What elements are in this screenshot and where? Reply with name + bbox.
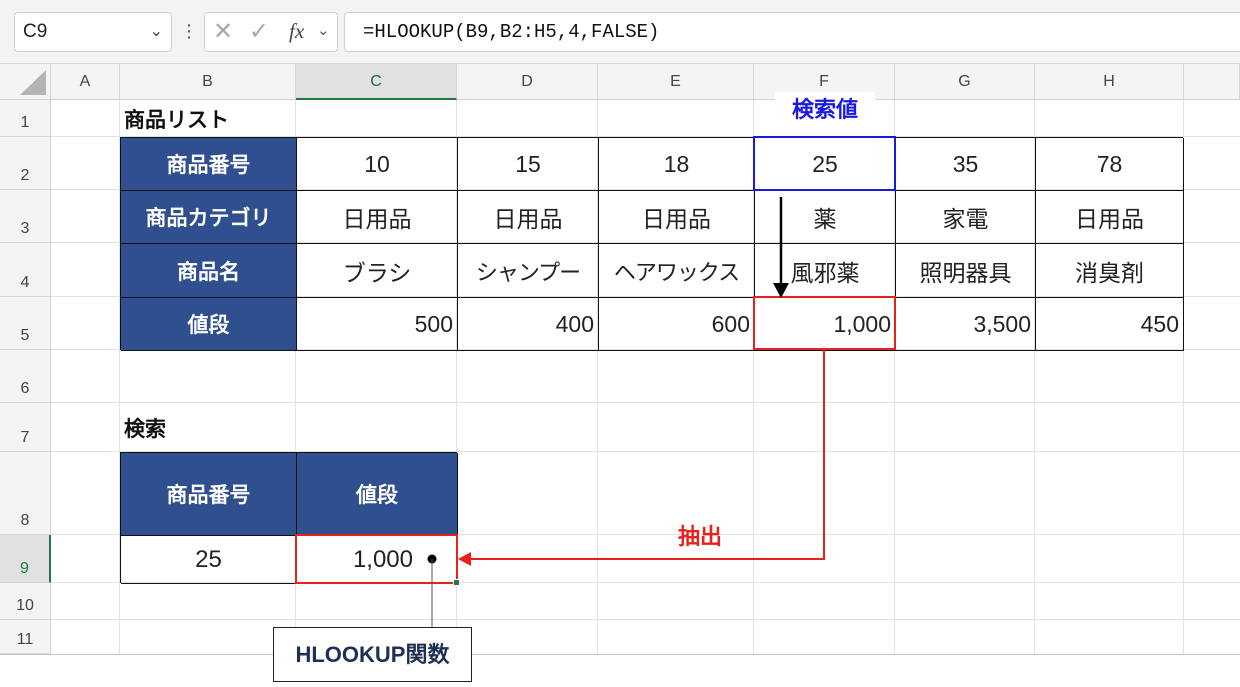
fill-handle[interactable]: [453, 579, 460, 586]
column-header-empty: [1184, 64, 1240, 100]
header-product-number[interactable]: 商品番号: [121, 138, 297, 191]
extract-arrowhead: [458, 552, 471, 566]
result-value-highlight: [753, 296, 896, 350]
header-product-name[interactable]: 商品名: [121, 244, 297, 298]
table-cell[interactable]: ヘアワックス: [599, 244, 755, 298]
lookup-value-highlight: [753, 136, 896, 191]
row-header-3[interactable]: 3: [0, 190, 51, 243]
table-cell[interactable]: 照明器具: [896, 244, 1036, 298]
table-cell[interactable]: 日用品: [297, 191, 458, 244]
table-cell[interactable]: 600: [599, 298, 755, 351]
more-options-icon[interactable]: ⋮: [180, 18, 198, 46]
search-header-price[interactable]: 値段: [297, 453, 458, 536]
formula-controls: ✕ ✓ fx ⌄: [204, 12, 338, 52]
table-cell[interactable]: 10: [297, 138, 458, 191]
table-cell[interactable]: 35: [896, 138, 1036, 191]
search-input-cell[interactable]: 25: [121, 536, 297, 584]
row-header-10[interactable]: 10: [0, 583, 51, 620]
row-header-5[interactable]: 5: [0, 297, 51, 350]
table-cell[interactable]: 薬: [755, 191, 896, 244]
table-cell[interactable]: 450: [1036, 298, 1184, 351]
insert-function-icon[interactable]: fx: [289, 19, 304, 44]
table-cell[interactable]: 78: [1036, 138, 1184, 191]
column-header-d[interactable]: D: [457, 64, 598, 100]
select-all-icon: [20, 70, 46, 95]
cancel-icon[interactable]: ✕: [213, 17, 233, 46]
table-cell[interactable]: 消臭剤: [1036, 244, 1184, 298]
column-header-c[interactable]: C: [296, 64, 457, 100]
row-header-6[interactable]: 6: [0, 350, 51, 403]
row-header-11[interactable]: 11: [0, 620, 51, 654]
formula-text: =HLOOKUP(B9,B2:H5,4,FALSE): [363, 21, 660, 43]
table-cell[interactable]: 日用品: [599, 191, 755, 244]
name-box[interactable]: C9 ⌄: [14, 12, 172, 52]
row-header-1[interactable]: 1: [0, 100, 51, 137]
table-cell[interactable]: 日用品: [1036, 191, 1184, 244]
chevron-down-icon[interactable]: ⌄: [317, 21, 330, 39]
formula-bar: C9 ⌄ ⋮ ✕ ✓ fx ⌄ =HLOOKUP(B9,B2:H5,4,FALS…: [0, 0, 1240, 64]
active-cell-highlight: [295, 534, 458, 584]
column-header-g[interactable]: G: [895, 64, 1035, 100]
lookup-value-label: 検索値: [775, 92, 875, 128]
extract-arrow: [470, 350, 825, 560]
enter-icon[interactable]: ✓: [249, 17, 269, 46]
table-cell[interactable]: 3,500: [896, 298, 1036, 351]
table-cell[interactable]: 日用品: [458, 191, 599, 244]
search-title: 検索: [124, 417, 166, 441]
formula-input[interactable]: =HLOOKUP(B9,B2:H5,4,FALSE): [344, 12, 1240, 52]
column-header-a[interactable]: A: [51, 64, 120, 100]
hlookup-function-label: HLOOKUP関数: [273, 627, 472, 682]
row-header-8[interactable]: 8: [0, 452, 51, 535]
table-cell[interactable]: 風邪薬: [755, 244, 896, 298]
name-box-value: C9: [23, 21, 48, 42]
product-list-title: 商品リスト: [124, 108, 229, 132]
table-cell[interactable]: ブラシ: [297, 244, 458, 298]
extract-label: 抽出: [677, 524, 722, 549]
table-cell[interactable]: 18: [599, 138, 755, 191]
search-header-product-number[interactable]: 商品番号: [121, 453, 297, 536]
column-header-h[interactable]: H: [1035, 64, 1184, 100]
header-price[interactable]: 値段: [121, 298, 297, 351]
header-category[interactable]: 商品カテゴリ: [121, 191, 297, 244]
product-table: 商品番号 商品カテゴリ 商品名 値段 10 15 18 25 35 78 日用品…: [120, 137, 1184, 351]
select-all-corner[interactable]: [0, 64, 51, 100]
column-header-e[interactable]: E: [598, 64, 754, 100]
table-cell[interactable]: 家電: [896, 191, 1036, 244]
row-header-7[interactable]: 7: [0, 403, 51, 452]
chevron-down-icon[interactable]: ⌄: [150, 21, 163, 41]
row-header-4[interactable]: 4: [0, 243, 51, 297]
column-header-b[interactable]: B: [120, 64, 296, 100]
table-cell[interactable]: 500: [297, 298, 458, 351]
row-header-9[interactable]: 9: [0, 535, 51, 583]
table-cell[interactable]: シャンプー: [458, 244, 599, 298]
table-cell[interactable]: 400: [458, 298, 599, 351]
row-header-2[interactable]: 2: [0, 137, 51, 190]
table-cell[interactable]: 15: [458, 138, 599, 191]
